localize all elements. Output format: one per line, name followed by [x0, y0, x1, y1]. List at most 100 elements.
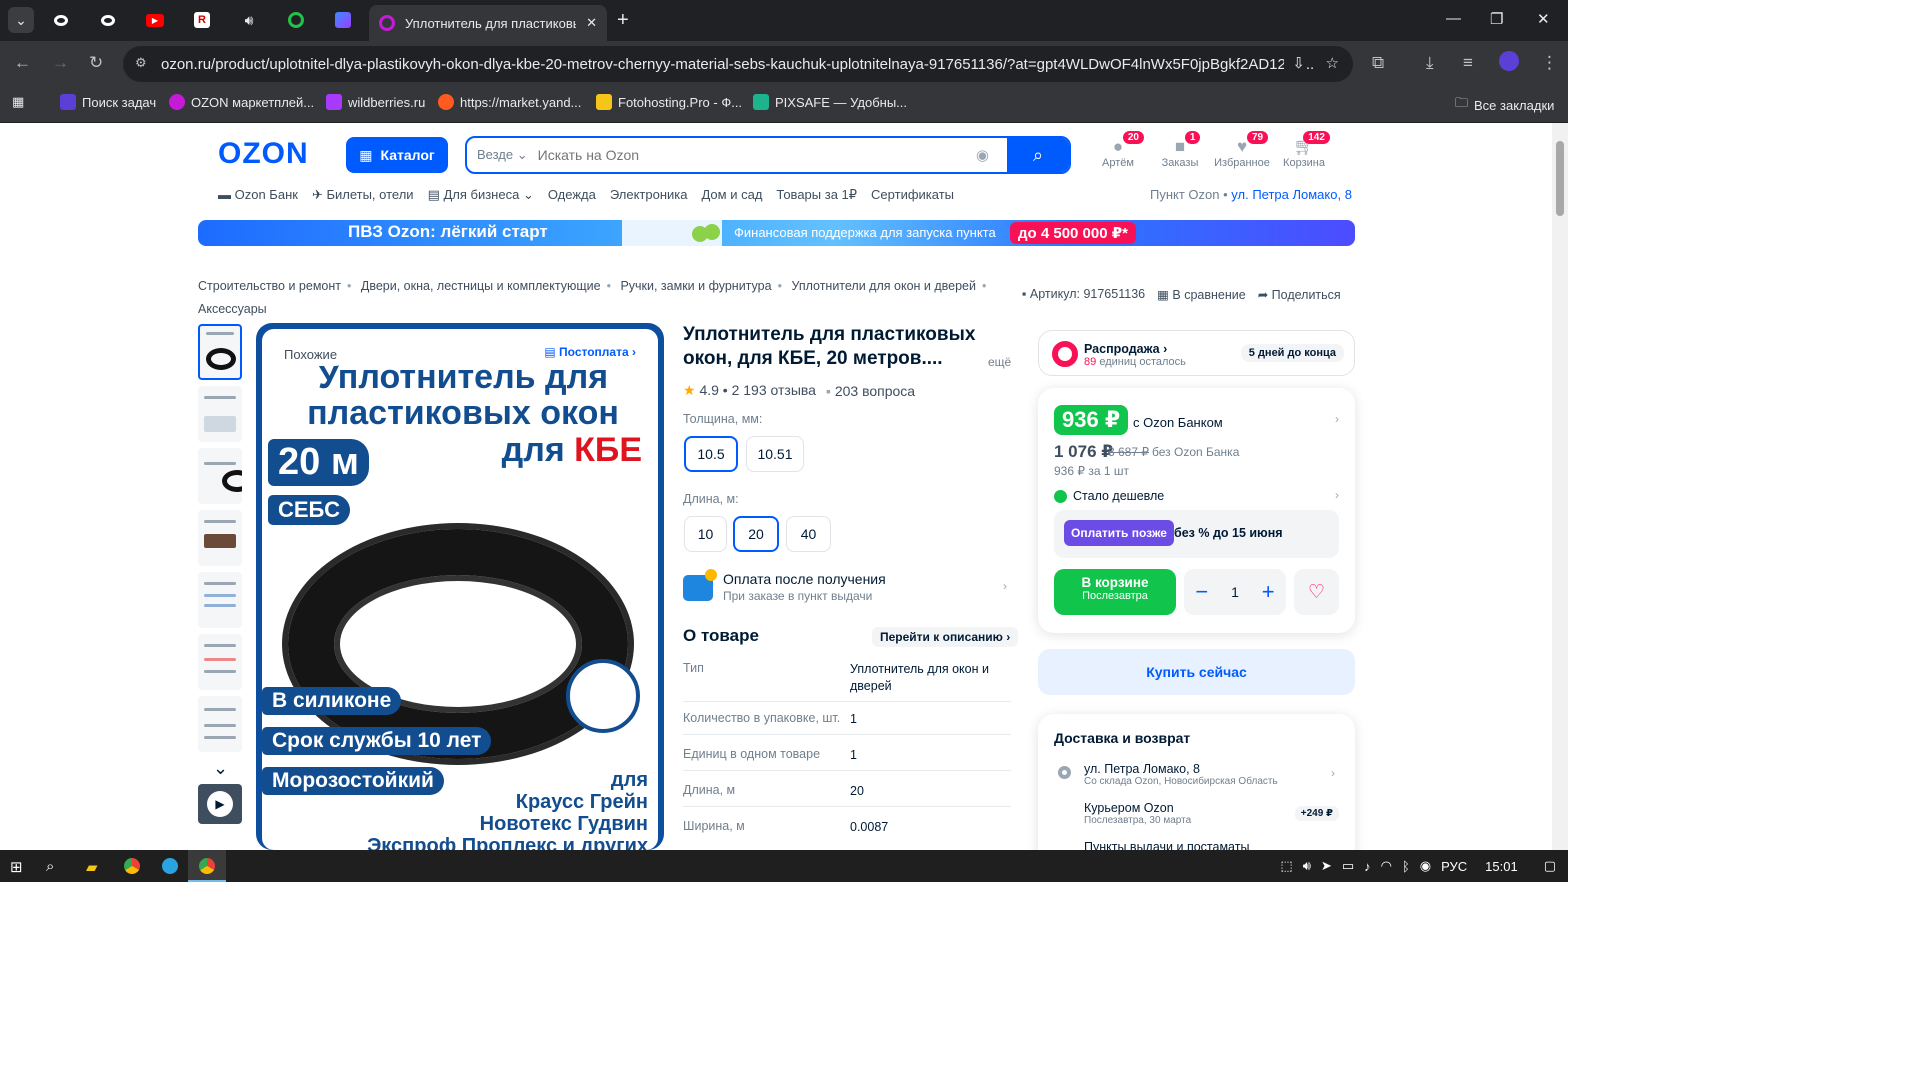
chrome-icon[interactable]: [124, 858, 140, 874]
pinned-tab-r[interactable]: R: [185, 6, 219, 34]
sale-banner[interactable]: Распродажа › 89 единиц осталось 5 дней д…: [1038, 330, 1355, 376]
clock[interactable]: 15:01: [1485, 859, 1518, 874]
bookmark-star-icon[interactable]: ☆: [1319, 54, 1339, 72]
restore-button[interactable]: ❐: [1490, 10, 1503, 28]
minus-button[interactable]: −: [1195, 579, 1208, 605]
thumbnail[interactable]: [198, 572, 242, 628]
scrollbar-thumb[interactable]: [1556, 141, 1564, 216]
thumbnail[interactable]: [198, 696, 242, 752]
page-scrollbar[interactable]: [1552, 123, 1568, 850]
nav-electronics[interactable]: Электроника: [610, 187, 688, 203]
bookmark-3[interactable]: https://market.yand...: [438, 94, 581, 110]
address-bar[interactable]: ⚙ ozon.ru/product/uplotnitel-dlya-plasti…: [123, 46, 1353, 82]
reload-button[interactable]: ↻: [89, 53, 103, 73]
delivery-address[interactable]: ул. Петра Ломако, 8: [1084, 762, 1200, 776]
new-tab-button[interactable]: +: [617, 9, 629, 32]
close-window-button[interactable]: ✕: [1537, 10, 1550, 28]
article-number[interactable]: ▪ Артикул: 917651136: [1022, 287, 1145, 302]
goto-description-button[interactable]: Перейти к описанию ›: [872, 627, 1019, 647]
breadcrumb-item[interactable]: Уплотнители для окон и дверей: [791, 279, 976, 293]
all-bookmarks[interactable]: 🗀︎ Все закладки: [1455, 94, 1554, 116]
pinned-tab-green[interactable]: [279, 6, 313, 34]
nav-home-garden[interactable]: Дом и сад: [701, 187, 762, 203]
breadcrumb-item[interactable]: Двери, окна, лестницы и комплектующие: [361, 279, 601, 293]
install-app-icon[interactable]: ⇩: [1284, 54, 1305, 72]
wifi-icon[interactable]: ◠: [1381, 858, 1392, 874]
pinned-tab-purple[interactable]: [326, 6, 360, 34]
windows-start-icon[interactable]: ⊞: [10, 858, 23, 876]
pinned-tab-1[interactable]: [44, 6, 78, 34]
bookmark-0[interactable]: Поиск задач: [60, 94, 156, 110]
thumbnail[interactable]: [198, 634, 242, 690]
thumbnail[interactable]: [198, 324, 242, 380]
pinned-tab-audio[interactable]: 🔊︎: [232, 6, 266, 34]
price-dropped[interactable]: Стало дешевле: [1054, 489, 1164, 503]
title-more-link[interactable]: ещё: [988, 355, 1011, 369]
profile-avatar[interactable]: [1499, 51, 1519, 71]
plus-button[interactable]: +: [1262, 579, 1275, 605]
thickness-option[interactable]: 10.51: [746, 436, 804, 472]
nav-1rub[interactable]: Товары за 1₽: [776, 187, 857, 203]
breadcrumb-item[interactable]: Аксессуары: [198, 302, 267, 316]
postpay-badge[interactable]: ▤ Постоплата ›: [536, 343, 644, 361]
nav-business[interactable]: ▤ Для бизнеса ⌄: [428, 187, 534, 203]
favorite-button[interactable]: ♡: [1294, 569, 1339, 615]
main-product-image[interactable]: Уплотнитель для пластиковых окон для КБЕ …: [256, 323, 664, 850]
chevron-right-icon[interactable]: ›: [1335, 488, 1339, 502]
forward-button[interactable]: →: [52, 53, 69, 73]
chevron-right-icon[interactable]: ›: [1331, 766, 1335, 780]
nav-ozon-bank[interactable]: ▬ Ozon Банк: [218, 187, 298, 203]
breadcrumb-item[interactable]: Строительство и ремонт: [198, 279, 341, 293]
active-tab[interactable]: Уплотнитель для пластиковых ✕: [369, 5, 607, 41]
length-option[interactable]: 10: [684, 516, 727, 552]
nav-certificates[interactable]: Сертификаты: [871, 187, 954, 203]
chrome-tray-icon[interactable]: ◉: [1420, 858, 1431, 874]
similar-button[interactable]: Похожие: [274, 343, 348, 366]
thumbnail[interactable]: [198, 448, 242, 504]
screen-capture-icon[interactable]: ⬚: [1280, 858, 1292, 874]
thumbnail[interactable]: [198, 510, 242, 566]
header-orders[interactable]: ■ 1 Заказы: [1150, 131, 1210, 169]
apps-grid-icon[interactable]: ▦: [12, 94, 24, 110]
bookmark-4[interactable]: Fotohosting.Pro - Ф...: [596, 94, 742, 110]
pay-later-button[interactable]: Оплатить позже: [1064, 520, 1174, 546]
media-control-icon[interactable]: ≡: [1463, 53, 1473, 73]
language-indicator[interactable]: РУС: [1441, 859, 1467, 874]
nav-tickets[interactable]: ✈ Билеты, отели: [312, 187, 414, 203]
volume-icon[interactable]: 🔊︎: [1303, 858, 1311, 874]
thumbnails-down-icon[interactable]: ⌄: [198, 758, 243, 784]
telegram-icon[interactable]: [162, 858, 178, 874]
price-with-card[interactable]: 936 ₽: [1054, 405, 1129, 435]
back-button[interactable]: ←: [14, 53, 31, 73]
header-favorites[interactable]: ♥ 79 Избранное: [1212, 131, 1272, 169]
share-button[interactable]: ➦ Поделиться: [1258, 287, 1341, 302]
extensions-icon[interactable]: ⧉: [1372, 53, 1384, 73]
pickup-point[interactable]: Пункт Ozon • ул. Петра Ломако, 8: [1150, 187, 1352, 202]
courier-option[interactable]: Курьером Ozon: [1084, 801, 1174, 815]
chrome-active-task[interactable]: [188, 850, 226, 882]
file-explorer-icon[interactable]: ▰: [86, 858, 98, 876]
downloads-icon[interactable]: ⤓: [1426, 53, 1434, 73]
search-button[interactable]: ⌕: [1007, 138, 1069, 172]
buy-now-button[interactable]: Купить сейчас: [1038, 649, 1355, 695]
video-thumbnail[interactable]: ▶: [198, 784, 242, 824]
chevron-right-icon[interactable]: ›: [1335, 412, 1339, 426]
catalog-button[interactable]: ▦ Каталог: [346, 137, 448, 173]
pickup-points-option[interactable]: Пункты выдачи и постаматы: [1084, 840, 1249, 850]
site-info-icon[interactable]: ⚙: [135, 55, 147, 71]
search-input[interactable]: [537, 147, 976, 163]
notifications-icon[interactable]: ▢: [1544, 858, 1556, 874]
battery-icon[interactable]: ▭: [1342, 858, 1354, 874]
questions-link[interactable]: ▪ 203 вопроса: [826, 383, 915, 399]
length-option[interactable]: 20: [733, 516, 779, 552]
thickness-option[interactable]: 10.5: [684, 436, 738, 472]
minimize-button[interactable]: —: [1446, 10, 1461, 27]
compare-button[interactable]: ▦ В сравнение: [1157, 287, 1246, 302]
bookmark-1[interactable]: OZON маркетплей...: [169, 94, 314, 110]
tab-close-icon[interactable]: ✕: [586, 15, 597, 31]
telegram-tray-icon[interactable]: ➤: [1321, 858, 1332, 874]
pinned-tab-2[interactable]: [91, 6, 125, 34]
bookmark-5[interactable]: PIXSAFE — Удобны...: [753, 94, 907, 110]
bluetooth-icon[interactable]: ᛒ: [1402, 859, 1410, 874]
search-scope-select[interactable]: Везде ⌄: [467, 147, 538, 163]
